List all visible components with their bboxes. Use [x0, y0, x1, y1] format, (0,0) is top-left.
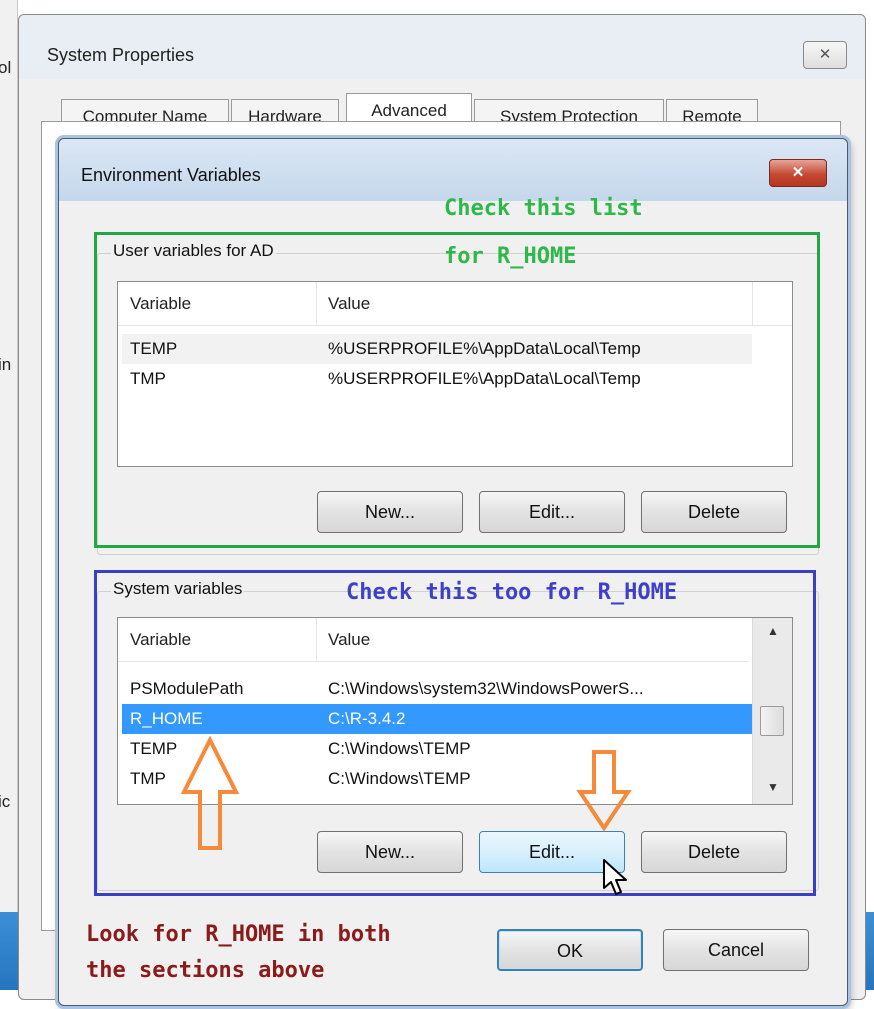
background-window-edge	[0, 0, 18, 1009]
dialog-title: Environment Variables	[81, 165, 261, 185]
ok-button[interactable]: OK	[497, 929, 643, 971]
annotation-green-line2: for R_HOME	[444, 244, 577, 269]
mouse-cursor-icon	[603, 859, 627, 895]
up-arrow-icon	[180, 736, 240, 850]
cancel-button[interactable]: Cancel	[663, 929, 809, 971]
annotation-green-box	[94, 232, 820, 548]
annotation-green-line1: Check this list	[444, 196, 643, 221]
background-text-fragment: ic	[0, 792, 11, 811]
annotation-red-line2: the sections above	[86, 958, 325, 983]
annotation-blue-text: Check this too for R_HOME	[346, 580, 678, 605]
annotation-red-line1: Look for R_HOME in both	[86, 922, 391, 947]
close-button[interactable]: ✕	[803, 41, 847, 69]
background-text-fragment: in	[0, 355, 12, 374]
window-title: System Properties	[47, 45, 195, 65]
dialog-close-button[interactable]: ✕	[769, 159, 827, 187]
background-text-fragment: ol	[0, 58, 12, 77]
down-arrow-icon	[576, 750, 632, 832]
